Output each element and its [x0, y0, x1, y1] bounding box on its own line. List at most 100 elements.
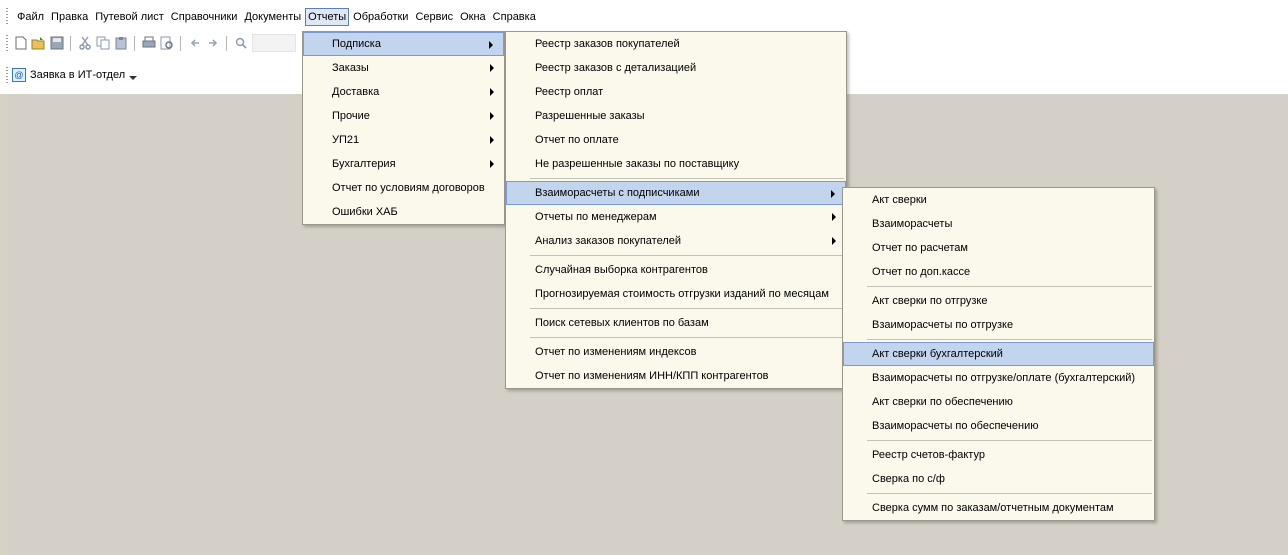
menu-documents[interactable]: Документы: [241, 8, 304, 26]
menu-item-label: Взаиморасчеты: [872, 218, 953, 230]
menu-item-label: Отчет по доп.кассе: [872, 266, 971, 278]
submenu-arrow-icon: [490, 112, 494, 120]
save-icon[interactable]: [48, 35, 65, 52]
menu-item-label: Анализ заказов покупателей: [535, 235, 682, 247]
menu-item-label: Отчеты по менеджерам: [535, 211, 657, 223]
reports-menu-item[interactable]: Подписка: [303, 32, 504, 56]
settlements-menu-item[interactable]: Взаиморасчеты по отгрузке/оплате (бухгал…: [843, 366, 1154, 390]
settlements-menu-item[interactable]: Акт сверки по отгрузке: [843, 289, 1154, 313]
menu-processing[interactable]: Обработки: [350, 8, 411, 26]
menu-item-label: Акт сверки по отгрузке: [872, 295, 988, 307]
settlements-menu-item[interactable]: Взаиморасчеты: [843, 212, 1154, 236]
subscription-menu-item[interactable]: Реестр заказов с детализацией: [506, 56, 846, 80]
menu-separator: [867, 286, 1152, 287]
menu-service[interactable]: Сервис: [412, 8, 456, 26]
menu-item-label: Бухгалтерия: [332, 158, 396, 170]
menu-item-label: Отчет по изменениям индексов: [535, 346, 697, 358]
settlements-menu-item[interactable]: Акт сверки: [843, 188, 1154, 212]
settlements-menu-item[interactable]: Акт сверки бухгалтерский: [843, 342, 1154, 366]
settlements-menu-item[interactable]: Сверка по с/ф: [843, 467, 1154, 491]
toolbar-grip[interactable]: [6, 35, 8, 51]
open-icon[interactable]: [30, 35, 47, 52]
menu-item-label: Реестр заказов с детализацией: [535, 62, 697, 74]
reports-menu-item[interactable]: Ошибки ХАБ: [303, 200, 504, 224]
menu-references[interactable]: Справочники: [168, 8, 241, 26]
it-request-button[interactable]: @ Заявка в ИТ-отдел: [12, 68, 125, 82]
settlements-menu-item[interactable]: Отчет по доп.кассе: [843, 260, 1154, 284]
submenu-arrow-icon: [490, 160, 494, 168]
settlements-menu-item[interactable]: Сверка сумм по заказам/отчетным документ…: [843, 496, 1154, 520]
forward-icon[interactable]: [204, 35, 221, 52]
subscription-menu-item[interactable]: Случайная выборка контрагентов: [506, 258, 846, 282]
settlements-menu-item[interactable]: Взаиморасчеты по отгрузке: [843, 313, 1154, 337]
menu-edit[interactable]: Правка: [48, 8, 91, 26]
toolbar-separator: [134, 35, 135, 51]
subscription-menu-item[interactable]: Реестр оплат: [506, 80, 846, 104]
menu-item-label: Не разрешенные заказы по поставщику: [535, 158, 740, 170]
menu-item-label: Доставка: [332, 86, 380, 98]
settlements-menu-item[interactable]: Взаиморасчеты по обеспечению: [843, 414, 1154, 438]
cut-icon[interactable]: [76, 35, 93, 52]
submenu-arrow-icon: [490, 64, 494, 72]
subscription-menu-item[interactable]: Анализ заказов покупателей: [506, 229, 846, 253]
menu-item-label: Взаиморасчеты по отгрузке: [872, 319, 1014, 331]
reports-menu-item[interactable]: Бухгалтерия: [303, 152, 504, 176]
menu-separator: [530, 255, 844, 256]
menu-item-label: Взаиморасчеты по отгрузке/оплате (бухгал…: [872, 372, 1136, 384]
toolbar-separator: [70, 35, 71, 51]
subscription-menu-item[interactable]: Отчет по оплате: [506, 128, 846, 152]
toolbar: [12, 34, 296, 52]
menu-item-label: УП21: [332, 134, 360, 146]
copy-icon[interactable]: [94, 35, 111, 52]
chevron-down-icon[interactable]: [129, 76, 138, 80]
subscription-menu-item[interactable]: Прогнозируемая стоимость отгрузки издани…: [506, 282, 846, 306]
new-document-icon[interactable]: [12, 35, 29, 52]
reports-menu-item[interactable]: Заказы: [303, 56, 504, 80]
menu-item-label: Разрешенные заказы: [535, 110, 645, 122]
print-icon[interactable]: [140, 35, 157, 52]
menu-item-label: Подписка: [332, 38, 381, 50]
menu-waybill[interactable]: Путевой лист: [92, 8, 167, 26]
menu-item-label: Отчет по оплате: [535, 134, 619, 146]
at-sign-icon: @: [12, 68, 26, 82]
print-preview-icon[interactable]: [158, 35, 175, 52]
menu-reports[interactable]: Отчеты: [305, 8, 350, 26]
subscription-menu-item[interactable]: Отчет по изменениям ИНН/КПП контрагентов: [506, 364, 846, 388]
menu-separator: [867, 339, 1152, 340]
menu-item-label: Сверка по с/ф: [872, 473, 945, 485]
menu-item-label: Взаиморасчеты с подписчиками: [535, 187, 700, 199]
menu-help[interactable]: Справка: [490, 8, 539, 26]
subscription-menu-item[interactable]: Отчет по изменениям индексов: [506, 340, 846, 364]
reports-menu-item[interactable]: УП21: [303, 128, 504, 152]
menu-item-label: Реестр счетов-фактур: [872, 449, 985, 461]
submenu-arrow-icon: [489, 41, 493, 49]
menu-item-label: Случайная выборка контрагентов: [535, 264, 708, 276]
settlements-menu-item[interactable]: Реестр счетов-фактур: [843, 443, 1154, 467]
search-icon[interactable]: [232, 35, 249, 52]
subscription-menu-item[interactable]: Разрешенные заказы: [506, 104, 846, 128]
subscription-menu-item[interactable]: Отчеты по менеджерам: [506, 205, 846, 229]
quickbar-grip[interactable]: [6, 67, 8, 83]
search-input[interactable]: [252, 34, 296, 52]
subscription-menu-item[interactable]: Не разрешенные заказы по поставщику: [506, 152, 846, 176]
reports-menu-item[interactable]: Прочие: [303, 104, 504, 128]
menu-windows[interactable]: Окна: [457, 8, 489, 26]
menu-separator: [867, 440, 1152, 441]
menu-bar: Файл Правка Путевой лист Справочники Док…: [0, 7, 540, 27]
submenu-arrow-icon: [832, 237, 836, 245]
settlements-menu-item[interactable]: Отчет по расчетам: [843, 236, 1154, 260]
paste-icon[interactable]: [112, 35, 129, 52]
menu-item-label: Поиск сетевых клиентов по базам: [535, 317, 709, 329]
subscription-menu-item[interactable]: Реестр заказов покупателей: [506, 32, 846, 56]
reports-menu-item[interactable]: Доставка: [303, 80, 504, 104]
menu-item-label: Акт сверки по обеспечению: [872, 396, 1013, 408]
subscription-menu-item[interactable]: Поиск сетевых клиентов по базам: [506, 311, 846, 335]
reports-menu-item[interactable]: Отчет по условиям договоров: [303, 176, 504, 200]
menu-file[interactable]: Файл: [14, 8, 47, 26]
menu-item-label: Ошибки ХАБ: [332, 206, 398, 218]
reports-menu: Подписка Заказы Доставка Прочие УП21 Бухгалте…: [302, 31, 505, 225]
subscription-menu-item[interactable]: Взаиморасчеты с подписчиками: [506, 181, 846, 205]
menu-item-label: Взаиморасчеты по обеспечению: [872, 420, 1039, 432]
back-icon[interactable]: [186, 35, 203, 52]
settlements-menu-item[interactable]: Акт сверки по обеспечению: [843, 390, 1154, 414]
